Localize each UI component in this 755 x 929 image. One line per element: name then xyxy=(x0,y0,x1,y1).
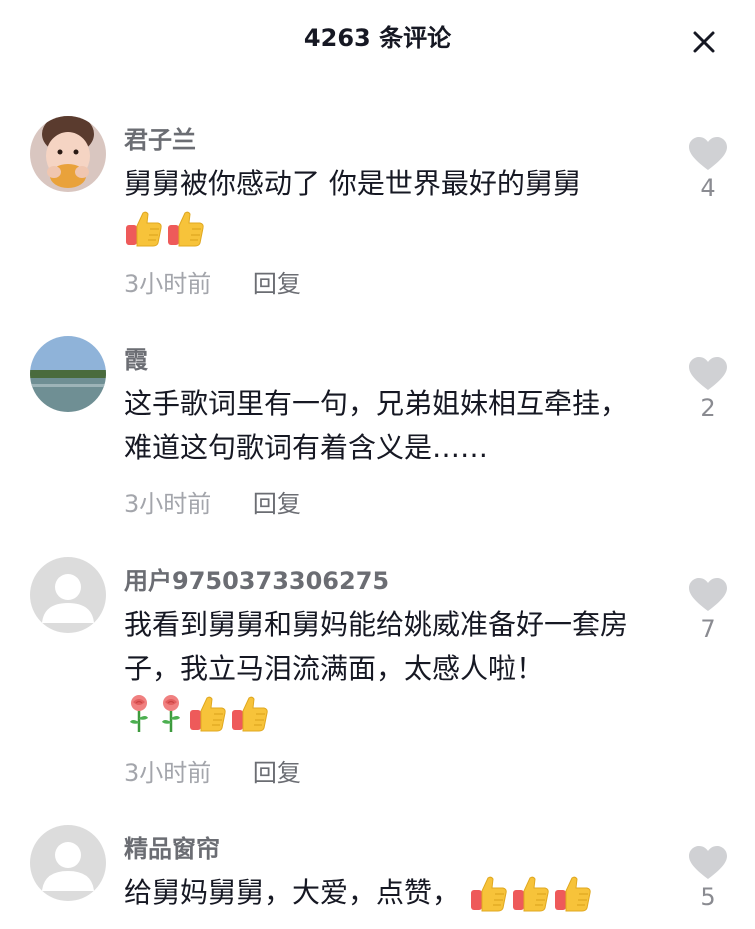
comment-username[interactable]: 霞 xyxy=(124,340,148,375)
thumbs-up-icon xyxy=(511,874,551,914)
heart-icon xyxy=(688,356,728,392)
thumbs-up-icon xyxy=(469,874,509,914)
default-avatar-icon xyxy=(30,825,106,901)
avatar[interactable] xyxy=(30,825,106,901)
comment-time: 3小时前 xyxy=(124,490,212,518)
default-avatar-icon xyxy=(30,557,106,633)
comment-username[interactable]: 用户9750373306275 xyxy=(124,561,389,596)
comment-text-body: 舅舅被你感动了 你是世界最好的舅舅 xyxy=(124,167,581,200)
like-count: 7 xyxy=(700,615,716,643)
close-button[interactable] xyxy=(686,24,722,60)
baby-photo-avatar xyxy=(30,116,106,192)
comment-time: 3小时前 xyxy=(124,270,212,298)
rose-icon xyxy=(124,694,154,734)
comment-username[interactable]: 精品窗帘 xyxy=(124,829,220,864)
comment-text: 我看到舅舅和舅妈能给姚威准备好一套房子，我立马泪流满面，太感人啦！ xyxy=(124,603,644,735)
comment-text: 这手歌词里有一句，兄弟姐妹相互牵挂，难道这句歌词有着含义是…… xyxy=(124,382,644,470)
reply-button[interactable]: 回复 xyxy=(253,490,301,518)
heart-icon xyxy=(688,845,728,881)
avatar[interactable] xyxy=(30,557,106,633)
comment-item: 君子兰 舅舅被你感动了 你是世界最好的舅舅 3小时前 回复 4 xyxy=(0,116,755,316)
like-button[interactable]: 2 xyxy=(686,356,730,422)
comment-item: 霞 这手歌词里有一句，兄弟姐妹相互牵挂，难道这句歌词有着含义是…… 3小时前 回… xyxy=(0,336,755,536)
heart-icon xyxy=(688,577,728,613)
thumbs-up-icon xyxy=(124,209,164,249)
comment-text: 给舅妈舅舅，大爱，点赞， xyxy=(124,871,644,915)
avatar[interactable] xyxy=(30,336,106,412)
thumbs-up-icon xyxy=(230,694,270,734)
comment-time: 3小时前 xyxy=(124,759,212,787)
reply-button[interactable]: 回复 xyxy=(253,759,301,787)
comment-text-body: 我看到舅舅和舅妈能给姚威准备好一套房子，我立马泪流满面，太感人啦！ xyxy=(124,608,629,685)
rose-icon xyxy=(156,694,186,734)
comment-meta: 3小时前 回复 xyxy=(124,484,301,519)
comments-header: 4263 条评论 xyxy=(0,0,755,80)
like-button[interactable]: 5 xyxy=(686,845,730,911)
lake-photo-avatar xyxy=(30,336,106,412)
like-count: 5 xyxy=(700,883,716,911)
comment-meta: 3小时前 回复 xyxy=(124,264,301,299)
heart-icon xyxy=(688,136,728,172)
comment-text-body: 给舅妈舅舅，大爱，点赞， xyxy=(124,876,461,909)
emoji-row xyxy=(469,874,593,914)
like-button[interactable]: 4 xyxy=(686,136,730,202)
avatar[interactable] xyxy=(30,116,106,192)
comment-count-title: 4263 条评论 xyxy=(303,24,452,52)
comment-text-body: 这手歌词里有一句，兄弟姐妹相互牵挂，难道这句歌词有着含义是…… xyxy=(124,387,629,464)
emoji-row xyxy=(124,209,206,249)
thumbs-up-icon xyxy=(166,209,206,249)
reply-button[interactable]: 回复 xyxy=(253,270,301,298)
comment-item: 用户9750373306275 我看到舅舅和舅妈能给姚威准备好一套房子，我立马泪… xyxy=(0,557,755,807)
comment-item: 精品窗帘 给舅妈舅舅，大爱，点赞， 5 xyxy=(0,825,755,929)
like-count: 4 xyxy=(700,174,716,202)
like-button[interactable]: 7 xyxy=(686,577,730,643)
comment-username[interactable]: 君子兰 xyxy=(124,120,196,155)
thumbs-up-icon xyxy=(553,874,593,914)
close-icon xyxy=(693,31,715,53)
emoji-row xyxy=(124,694,270,734)
thumbs-up-icon xyxy=(188,694,228,734)
like-count: 2 xyxy=(700,394,716,422)
comment-meta: 3小时前 回复 xyxy=(124,753,301,788)
comment-text: 舅舅被你感动了 你是世界最好的舅舅 xyxy=(124,162,644,250)
